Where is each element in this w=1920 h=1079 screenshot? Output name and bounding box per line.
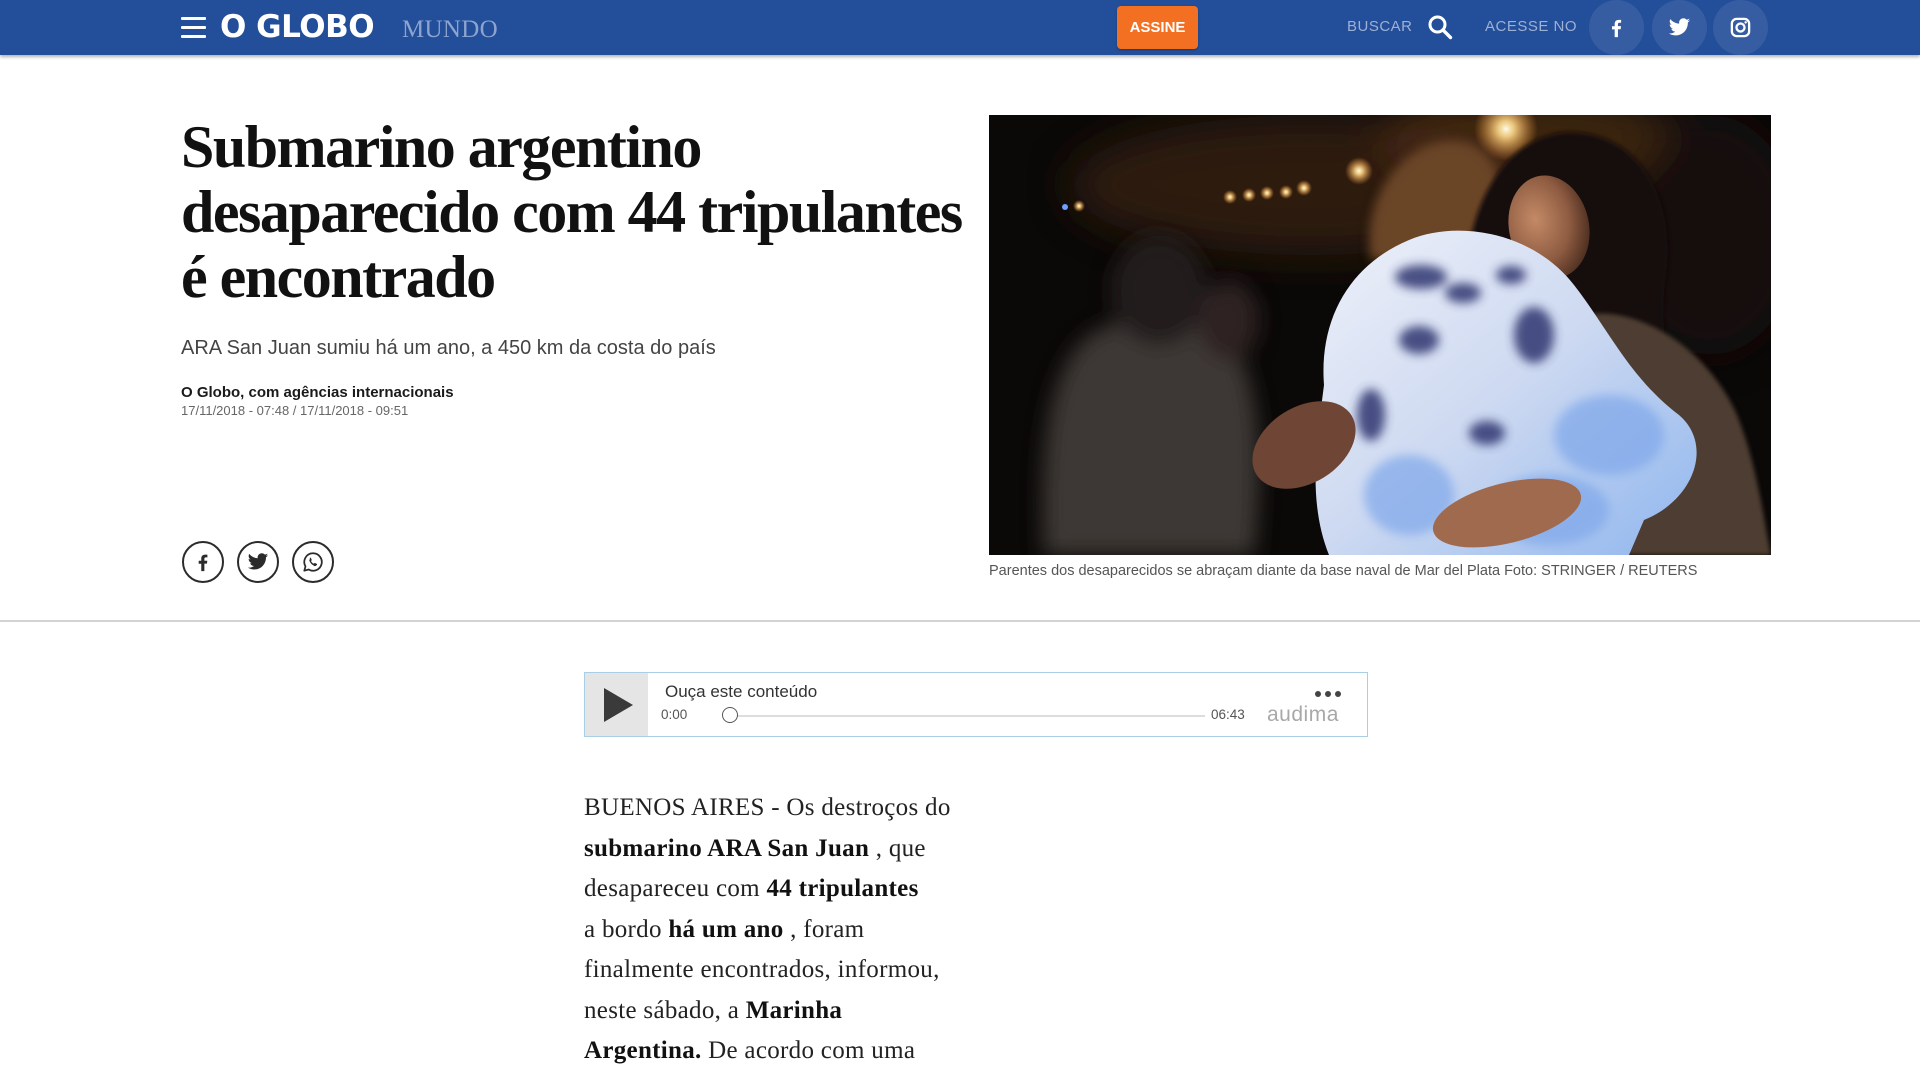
play-icon <box>604 688 633 722</box>
audio-player: Ouça este conteúdo 0:00 06:43 audima <box>584 672 1368 737</box>
headline-line: Submarino argentino <box>181 114 702 180</box>
search-label[interactable]: BUSCAR <box>1347 18 1413 36</box>
instagram-icon <box>1730 17 1751 38</box>
facebook-icon <box>1611 19 1622 38</box>
access-label: ACESSE NO <box>1485 18 1578 35</box>
body-line: submarino ARA San Juan , que <box>584 829 951 870</box>
twitter-link[interactable] <box>1652 0 1707 55</box>
share-twitter-button[interactable] <box>237 541 279 583</box>
site-logo[interactable]: O GLOBO <box>220 8 375 46</box>
top-navigation-bar: O GLOBO MUNDO ASSINE BUSCAR ACESSE NO <box>0 0 1920 55</box>
body-line: finalmente encontrados, informou, <box>584 950 951 991</box>
article-subtitle: ARA San Juan sumiu há um ano, a 450 km d… <box>181 337 716 359</box>
headline-line: desaparecido com 44 tripulantes <box>181 179 963 245</box>
body-text-bold: há um ano <box>668 915 784 943</box>
twitter-icon <box>247 553 269 570</box>
audio-current-time: 0:00 <box>661 707 688 722</box>
body-text-bold: 44 tripulantes <box>766 875 919 902</box>
more-options-icon[interactable] <box>1313 688 1343 700</box>
body-line: BUENOS AIRES - Os destroços do <box>584 788 951 829</box>
body-line: a bordo há um ano , foram <box>584 910 951 951</box>
share-facebook-button[interactable] <box>182 541 224 583</box>
section-divider <box>0 620 1920 622</box>
body-line: desapareceu com 44 tripulantes <box>584 869 951 910</box>
audio-brand-logo[interactable]: audima <box>1267 703 1339 727</box>
article-dates: 17/11/2018 - 07:48 / 17/11/2018 - 09:51 <box>181 403 409 418</box>
article-headline: Submarino argentino desaparecido com 44 … <box>181 114 963 310</box>
share-whatsapp-button[interactable] <box>292 541 334 583</box>
body-text: finalmente encontrados, informou, <box>584 956 940 983</box>
body-text-bold: submarino ARA San Juan <box>584 834 870 862</box>
search-icon[interactable] <box>1427 14 1453 40</box>
audio-duration: 06:43 <box>1211 707 1245 722</box>
body-text: , foram <box>783 915 865 943</box>
play-button[interactable] <box>585 673 648 736</box>
body-text: desapareceu com <box>584 875 767 902</box>
body-text: neste sábado, a <box>584 996 746 1024</box>
body-line: neste sábado, a Marinha <box>584 991 951 1032</box>
audio-title: Ouça este conteúdo <box>665 682 818 701</box>
section-name[interactable]: MUNDO <box>402 15 498 45</box>
audio-progress-bar[interactable] <box>722 707 1205 723</box>
twitter-icon <box>1668 18 1691 36</box>
facebook-link[interactable] <box>1589 0 1644 55</box>
whatsapp-icon <box>303 552 323 572</box>
article-photo[interactable] <box>989 115 1771 555</box>
body-text: De acordo com uma <box>701 1037 916 1064</box>
body-text-bold: Marinha <box>745 996 843 1024</box>
body-text: BUENOS AIRES - Os destroços do <box>584 794 951 821</box>
body-text: a bordo <box>584 915 669 943</box>
photo-credit: Foto: STRINGER / REUTERS <box>1504 563 1698 579</box>
body-line: Argentina. De acordo com uma <box>584 1031 951 1072</box>
audio-progress-handle[interactable] <box>722 707 738 723</box>
menu-icon[interactable] <box>181 17 206 38</box>
photo-caption: Parentes dos desaparecidos se abraçam di… <box>989 562 1697 580</box>
headline-line: é encontrado <box>181 244 496 310</box>
body-text: , que <box>869 834 926 862</box>
subscribe-button[interactable]: ASSINE <box>1117 6 1198 49</box>
instagram-link[interactable] <box>1713 0 1768 55</box>
photo-caption-text: Parentes dos desaparecidos se abraçam di… <box>989 563 1501 579</box>
article-byline: O Globo, com agências internacionais <box>181 384 454 401</box>
article-body: BUENOS AIRES - Os destroços do submarino … <box>584 788 951 1072</box>
facebook-icon <box>198 554 208 572</box>
body-text-bold: Argentina. <box>584 1037 702 1064</box>
